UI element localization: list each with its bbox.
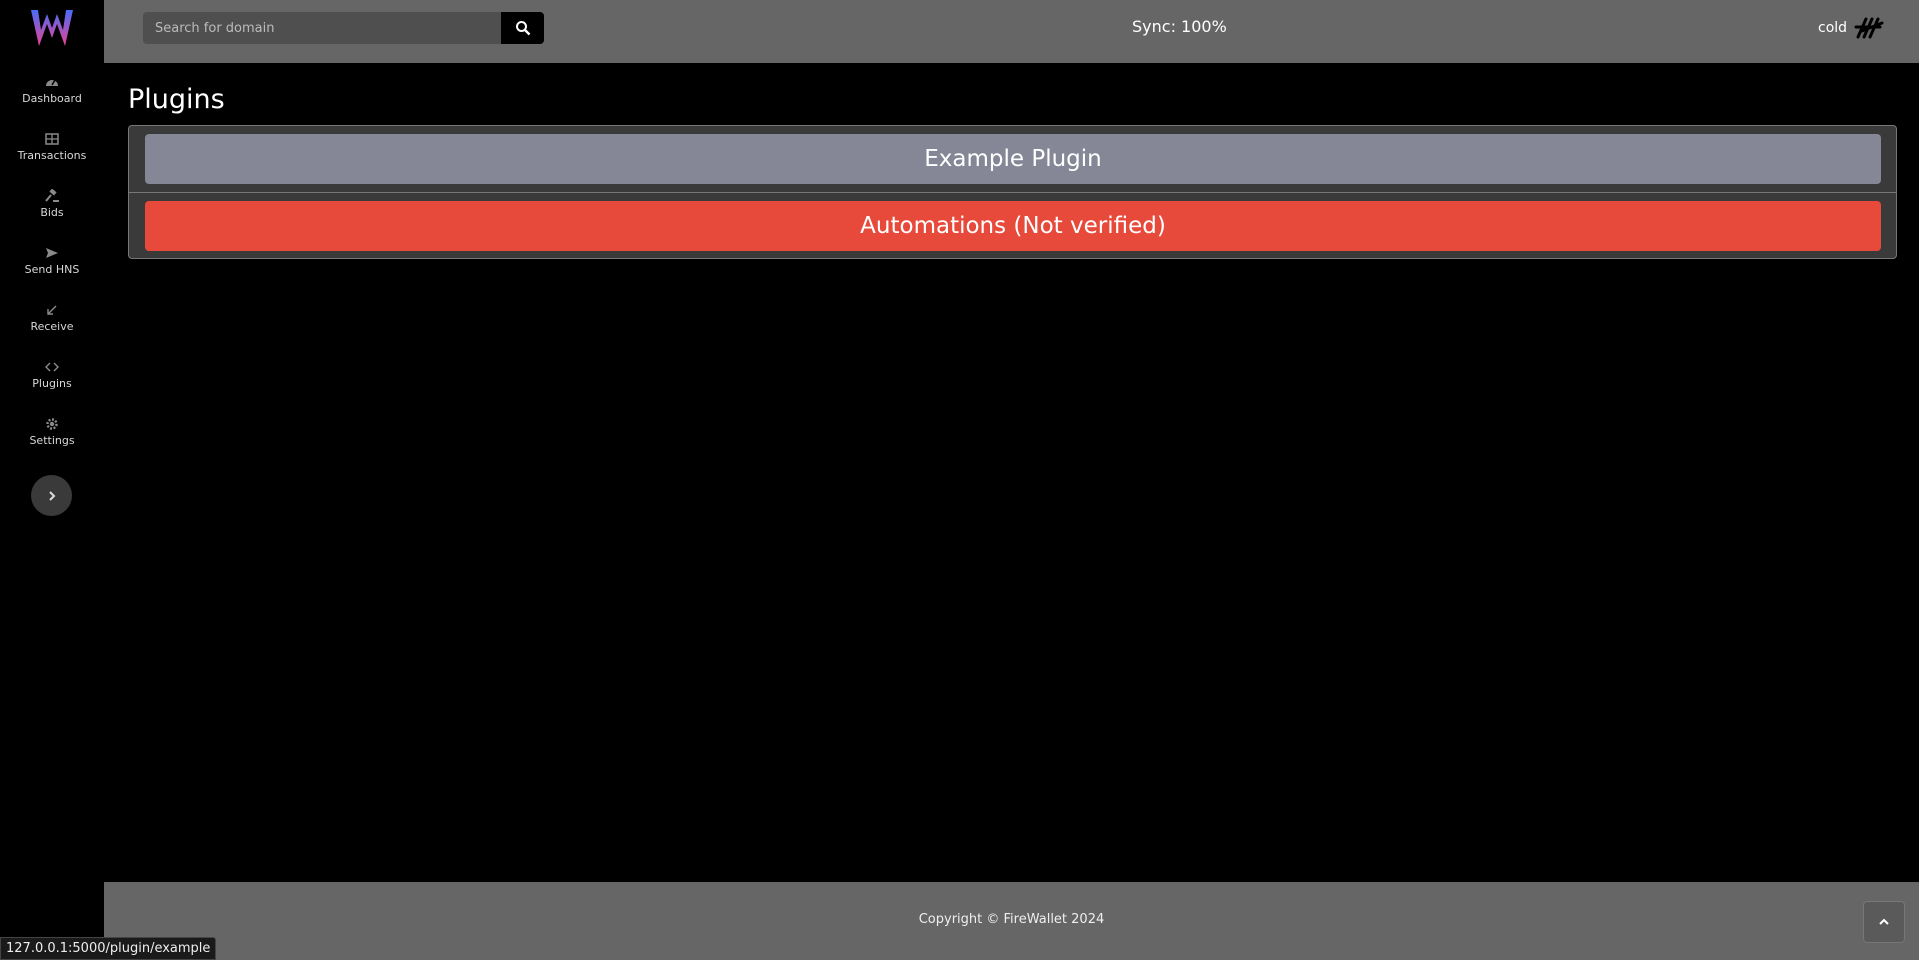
sidebar-item-label: Plugins (32, 377, 72, 390)
sidebar-toggle-button[interactable] (31, 475, 72, 516)
sidebar-item-settings[interactable]: Settings (0, 412, 104, 469)
sidebar-item-label: Send HNS (24, 263, 80, 276)
sidebar-item-label: Receive (30, 320, 74, 333)
plugin-button-example[interactable]: Example Plugin (145, 134, 1881, 184)
search-icon (515, 21, 530, 36)
table-icon (45, 133, 59, 145)
page-title: Plugins (128, 84, 225, 115)
code-icon (45, 362, 59, 372)
sync-status: Sync: 100% (1132, 17, 1227, 36)
status-bar-url: 127.0.0.1:5000/plugin/example (0, 937, 217, 960)
gear-icon (46, 418, 58, 430)
sidebar: Dashboard Transactions Bids Send HNS Rec… (0, 0, 104, 960)
firewallet-logo[interactable] (29, 8, 75, 48)
sidebar-item-receive[interactable]: Receive (0, 298, 104, 355)
list-item: Automations (Not verified) (129, 193, 1896, 259)
list-item: Example Plugin (129, 126, 1896, 193)
sidebar-item-dashboard[interactable]: Dashboard (0, 70, 104, 127)
sidebar-nav: Dashboard Transactions Bids Send HNS Rec… (0, 70, 104, 469)
gavel-icon (45, 189, 59, 202)
footer: Copyright © FireWallet 2024 (104, 882, 1919, 960)
domain-search (143, 12, 544, 44)
sidebar-item-label: Transactions (17, 149, 87, 162)
paper-plane-icon (46, 248, 58, 258)
handshake-logo-icon[interactable] (1852, 11, 1886, 45)
chevron-right-icon (48, 490, 55, 501)
search-input[interactable] (143, 12, 501, 44)
sidebar-item-transactions[interactable]: Transactions (0, 127, 104, 184)
copyright-text: Copyright © FireWallet 2024 (918, 912, 1105, 927)
sidebar-item-send-hns[interactable]: Send HNS (0, 241, 104, 298)
sidebar-item-label: Dashboard (22, 92, 82, 105)
search-button[interactable] (501, 12, 544, 44)
scroll-to-top-button[interactable] (1863, 901, 1905, 943)
topbar: Sync: 100% cold (104, 0, 1919, 63)
sidebar-item-label: Bids (40, 206, 64, 219)
wallet-name[interactable]: cold (1818, 20, 1847, 36)
tachometer-icon (46, 79, 58, 86)
sidebar-item-plugins[interactable]: Plugins (0, 355, 104, 412)
chevron-up-icon (1879, 918, 1889, 925)
plugin-list: Example Plugin Automations (Not verified… (128, 125, 1897, 259)
sidebar-item-label: Settings (29, 434, 75, 447)
sidebar-item-bids[interactable]: Bids (0, 184, 104, 241)
plugin-button-automations[interactable]: Automations (Not verified) (145, 201, 1881, 251)
arrow-down-left-icon (47, 305, 57, 315)
